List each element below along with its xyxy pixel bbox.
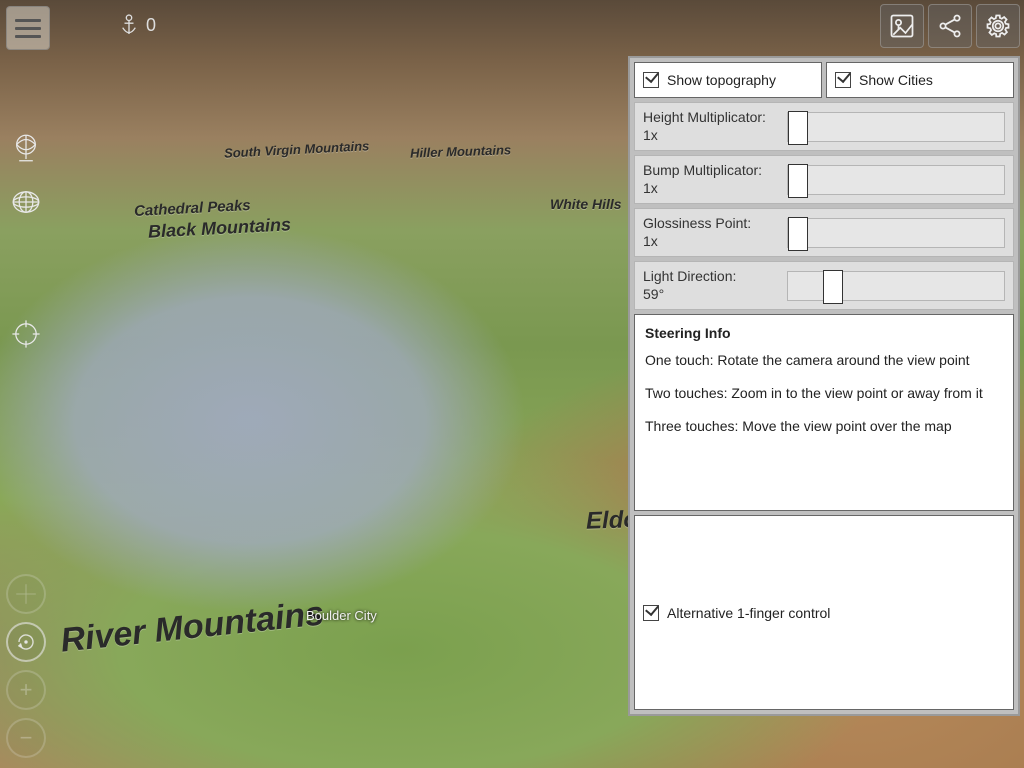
gloss-value: 1x [643, 233, 779, 251]
left-tool-column-2 [6, 314, 46, 354]
anchor-value: 0 [146, 15, 156, 36]
checkbox-icon [643, 605, 659, 621]
share-icon [936, 12, 964, 40]
plus-icon: + [20, 677, 33, 703]
height-label: Height Multiplicator: [643, 109, 779, 127]
globe-grid-icon [9, 185, 43, 219]
slider-thumb[interactable] [823, 270, 843, 304]
show-topography-checkbox[interactable]: Show topography [634, 62, 822, 98]
globe-stand-button[interactable] [6, 128, 46, 168]
menu-button[interactable] [6, 6, 50, 50]
globe-stand-icon [9, 131, 43, 165]
zoom-out-button[interactable]: − [6, 718, 46, 758]
label-south-virgin: South Virgin Mountains [224, 138, 370, 161]
steering-one: One touch: Rotate the camera around the … [645, 351, 1003, 370]
gloss-slider[interactable] [787, 218, 1005, 248]
label-boulder-city: Boulder City [306, 608, 377, 623]
steering-info-box: Steering Info One touch: Rotate the came… [634, 314, 1014, 511]
minus-icon: − [20, 725, 33, 751]
label-black-mtns: Black Mountains [148, 214, 292, 242]
crosshair-icon [9, 317, 43, 351]
height-slider-row: Height Multiplicator: 1x [634, 102, 1014, 151]
gloss-label: Glossiness Point: [643, 215, 779, 233]
steering-heading: Steering Info [645, 325, 1003, 341]
settings-panel: Show topography Show Cities Height Multi… [628, 56, 1020, 716]
alt-control-checkbox[interactable]: Alternative 1-finger control [634, 515, 1014, 710]
compass-button[interactable] [6, 574, 46, 614]
map-pin-icon [888, 12, 916, 40]
alt-control-label: Alternative 1-finger control [667, 605, 830, 621]
label-white-hills: White Hills [550, 196, 622, 212]
gloss-slider-row: Glossiness Point: 1x [634, 208, 1014, 257]
height-value: 1x [643, 127, 779, 145]
steering-three: Three touches: Move the view point over … [645, 417, 1003, 436]
left-tool-column [6, 128, 46, 222]
show-cities-checkbox[interactable]: Show Cities [826, 62, 1014, 98]
label-hiller: Hiller Mountains [410, 142, 512, 161]
compass-icon [12, 580, 40, 608]
left-bottom-controls: + − [6, 574, 46, 758]
top-right-toolbar [880, 4, 1020, 48]
light-value: 59° [643, 286, 779, 304]
bump-value: 1x [643, 180, 779, 198]
globe-grid-button[interactable] [6, 182, 46, 222]
zoom-in-button[interactable]: + [6, 670, 46, 710]
checkbox-icon [835, 72, 851, 88]
anchor-icon [120, 14, 138, 36]
map-viewport[interactable]: 0 + − South Virgin [0, 0, 1024, 768]
steering-two: Two touches: Zoom in to the view point o… [645, 384, 1003, 403]
height-slider[interactable] [787, 112, 1005, 142]
label-river-mtns: River Mountains [59, 594, 326, 660]
bump-slider[interactable] [787, 165, 1005, 195]
bump-slider-row: Bump Multiplicator: 1x [634, 155, 1014, 204]
share-button[interactable] [928, 4, 972, 48]
light-slider-row: Light Direction: 59° [634, 261, 1014, 310]
slider-thumb[interactable] [788, 111, 808, 145]
rotate-button[interactable] [6, 622, 46, 662]
anchor-indicator: 0 [120, 14, 156, 36]
slider-thumb[interactable] [788, 217, 808, 251]
show-cities-label: Show Cities [859, 72, 933, 88]
show-topography-label: Show topography [667, 72, 776, 88]
settings-button[interactable] [976, 4, 1020, 48]
bump-label: Bump Multiplicator: [643, 162, 779, 180]
slider-thumb[interactable] [788, 164, 808, 198]
rotate-icon [12, 628, 40, 656]
gear-icon [984, 12, 1012, 40]
checkbox-icon [643, 72, 659, 88]
light-slider[interactable] [787, 271, 1005, 301]
map-layer-button[interactable] [880, 4, 924, 48]
locate-button[interactable] [6, 314, 46, 354]
light-label: Light Direction: [643, 268, 779, 286]
